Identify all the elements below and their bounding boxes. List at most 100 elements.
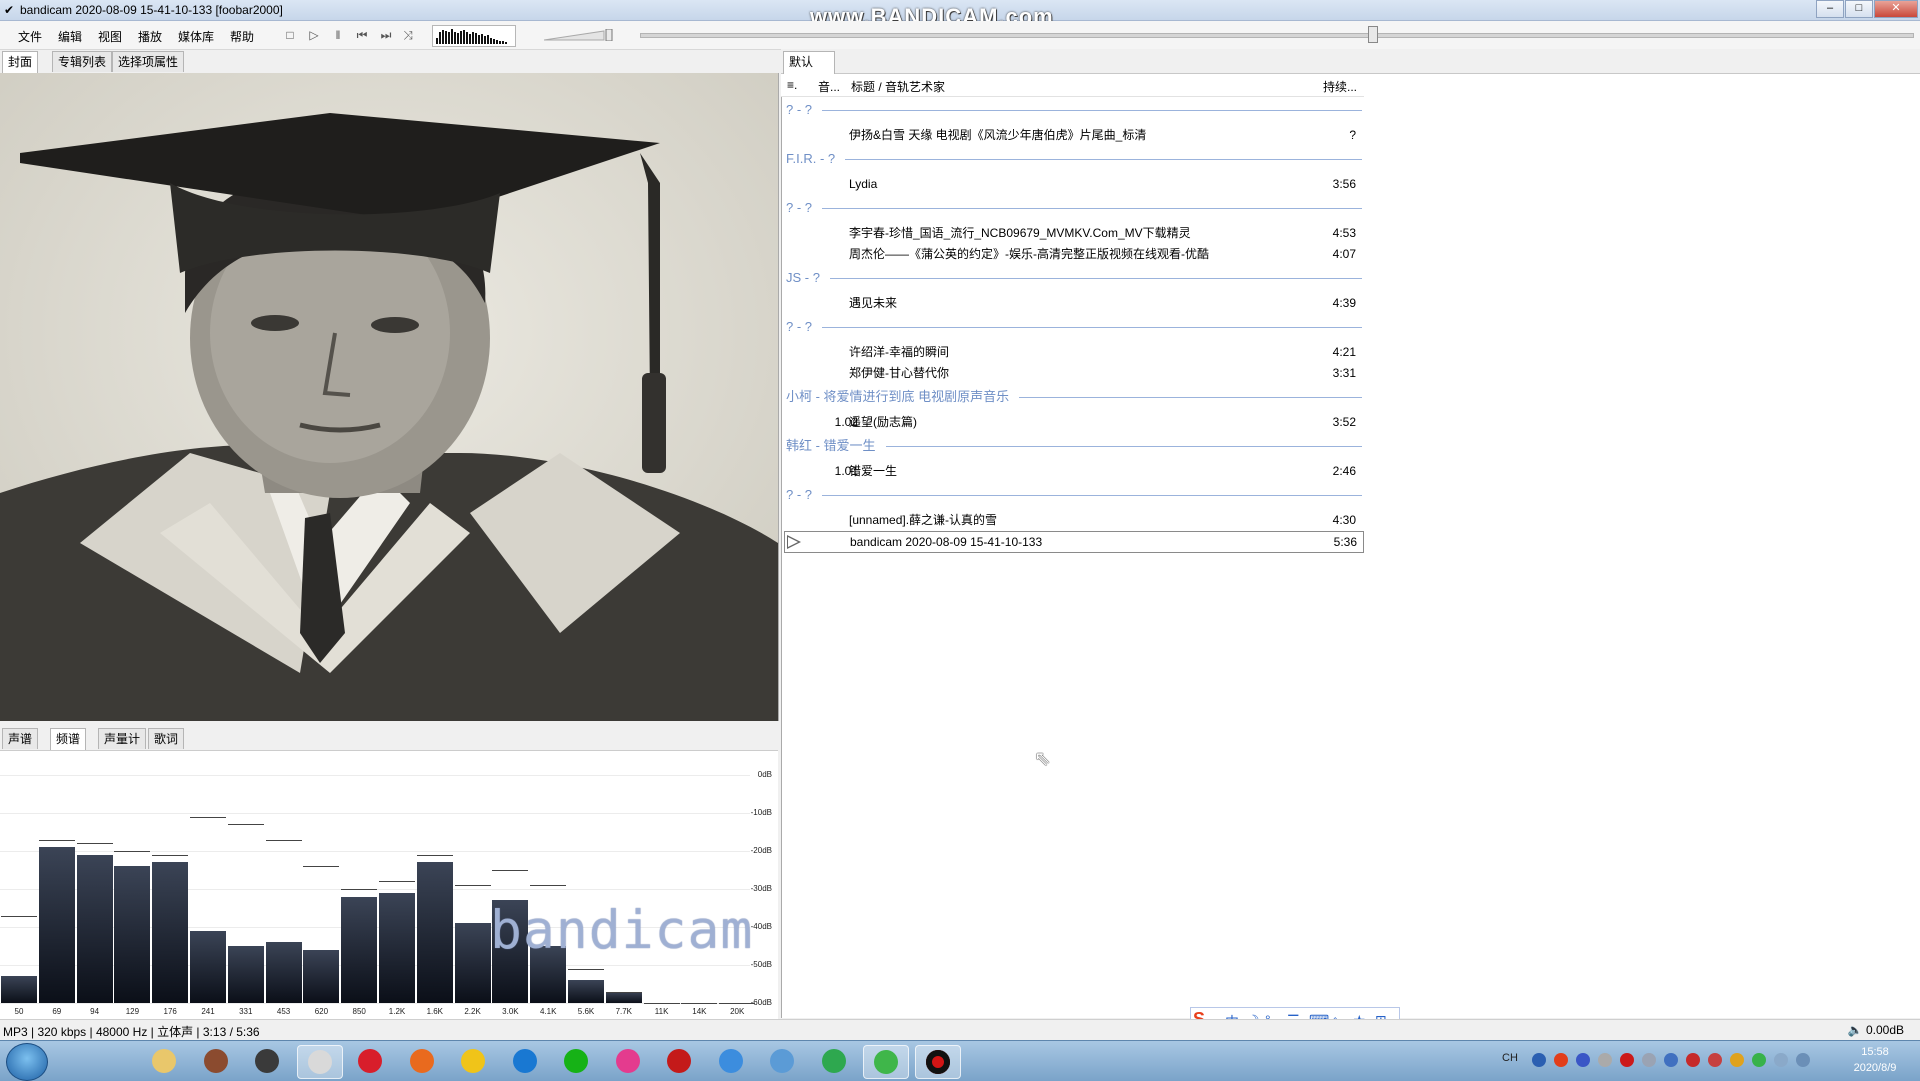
taskbar-chrome-icon[interactable]: [709, 1045, 753, 1077]
track-title: 遥望(励志篇): [849, 415, 917, 429]
group-divider: [822, 495, 1362, 496]
taskbar-green-app-icon[interactable]: [863, 1045, 909, 1079]
mouse-cursor: ⇖: [1034, 748, 1051, 770]
previous-button[interactable]: ⏮: [354, 27, 370, 43]
taskbar-flash-icon[interactable]: [657, 1045, 701, 1077]
playlist-row-playing[interactable]: bandicam 2020-08-09 15-41-10-133 5:36: [784, 531, 1364, 553]
tray-icon[interactable]: [1796, 1053, 1810, 1067]
seek-bar[interactable]: [640, 33, 1914, 38]
alien-glyph: [307, 1050, 332, 1074]
playlist-row[interactable]: 伊扬&白雪 天缘 电视剧《风流少年唐伯虎》片尾曲_标清?: [784, 125, 1362, 145]
tray-icon[interactable]: [1554, 1053, 1568, 1067]
tab-vu-meter[interactable]: 声量计: [98, 728, 147, 749]
app-menu-icon[interactable]: ✔: [4, 3, 14, 17]
taskbar-calendar-icon[interactable]: [194, 1045, 238, 1077]
taskbar-headphones-icon[interactable]: [245, 1045, 289, 1077]
playlist-row[interactable]: 李宇春-珍惜_国语_流行_NCB09679_MVMKV.Com_MV下载精灵 4:…: [784, 223, 1362, 243]
tray-icon[interactable]: [1620, 1053, 1634, 1067]
spectrum-bar: [227, 946, 264, 1003]
tray-icon[interactable]: [1730, 1053, 1744, 1067]
menu-edit[interactable]: 编辑: [58, 28, 82, 45]
taskbar-netease-music-icon[interactable]: [348, 1045, 392, 1077]
tray-icon[interactable]: [1664, 1053, 1678, 1067]
spectrum-gridline: [0, 851, 750, 852]
menu-view[interactable]: 视图: [98, 28, 122, 45]
playlist-tabs: 默认: [781, 49, 1920, 74]
playlist-row[interactable]: 1.01 错爱一生 2:46: [784, 461, 1362, 481]
tray-icon[interactable]: [1752, 1053, 1766, 1067]
group-header[interactable]: ? - ?: [786, 485, 812, 505]
playlist-row[interactable]: Lydia 3:56: [784, 174, 1362, 194]
column-title[interactable]: 标题 / 音轨艺术家: [851, 78, 945, 95]
taskbar-player-icon[interactable]: [451, 1045, 495, 1077]
group-header[interactable]: ? - ?: [786, 198, 812, 218]
tray-icon[interactable]: [1532, 1053, 1546, 1067]
stop-button[interactable]: □: [282, 27, 298, 43]
taskbar-video-player-icon[interactable]: [812, 1045, 856, 1077]
minimize-button[interactable]: –: [1816, 0, 1844, 18]
taskbar-chrome-like-icon[interactable]: [400, 1045, 444, 1077]
playlist-row[interactable]: 遇见未来 4:39: [784, 293, 1362, 313]
tray-icon[interactable]: [1708, 1053, 1722, 1067]
taskbar-bandicam-icon[interactable]: [914, 1045, 961, 1079]
player-glyph: [461, 1049, 485, 1073]
column-track-no[interactable]: 音...: [818, 78, 840, 95]
next-button[interactable]: ⏭: [378, 27, 394, 43]
playlist-row[interactable]: 1.02 遥望(励志篇) 3:52: [784, 412, 1362, 432]
close-button[interactable]: ✕: [1874, 0, 1918, 18]
taskbar-explorer-icon[interactable]: [142, 1045, 186, 1077]
taskbar-1-app-icon[interactable]: [503, 1045, 547, 1077]
language-indicator[interactable]: CH: [1502, 1052, 1518, 1064]
tray-icon[interactable]: [1598, 1053, 1612, 1067]
tab-properties[interactable]: 选择项属性: [112, 51, 185, 72]
taskbar-alien-icon[interactable]: [296, 1045, 343, 1079]
playlist-row[interactable]: 郑伊健-甘心替代你 3:31: [784, 363, 1362, 383]
taskbar-iqiyi-icon[interactable]: [554, 1045, 598, 1077]
tab-cover[interactable]: 封面: [2, 51, 39, 74]
spectrum-bar: [341, 896, 378, 1003]
tray-icon[interactable]: [1774, 1053, 1788, 1067]
mini-viz-bar: [436, 38, 438, 44]
clock[interactable]: 15:58 2020/8/9: [1838, 1044, 1912, 1076]
group-divider: [845, 159, 1362, 160]
tray-icon[interactable]: [1576, 1053, 1590, 1067]
tray-icon[interactable]: [1642, 1053, 1656, 1067]
taskbar-bird-icon[interactable]: [760, 1045, 804, 1077]
track-title: bandicam 2020-08-09 15-41-10-133: [850, 535, 1043, 549]
menu-library[interactable]: 媒体库: [178, 28, 214, 45]
column-index[interactable]: ≡.: [787, 78, 797, 92]
tab-lyrics[interactable]: 歌词: [148, 728, 185, 749]
playlist-row[interactable]: 许绍洋-幸福的瞬间 4:21: [784, 342, 1362, 362]
status-volume[interactable]: 🔈 0.00dB: [1848, 1023, 1904, 1037]
random-button[interactable]: ⤨: [400, 27, 416, 43]
playlist-row[interactable]: 周杰伦——《蒲公英的约定》-娱乐-高清完整正版视频在线观看-优酷 4:07: [784, 244, 1362, 264]
tab-spectrogram[interactable]: 声谱: [2, 728, 39, 749]
tab-spectrum[interactable]: 频谱: [50, 728, 87, 751]
maximize-button[interactable]: □: [1845, 0, 1873, 18]
volume-slider[interactable]: [544, 29, 614, 41]
pause-button[interactable]: ‖: [330, 27, 346, 43]
mini-viz-bar: [469, 34, 471, 44]
group-header[interactable]: JS - ?: [786, 268, 820, 288]
start-button[interactable]: [6, 1043, 48, 1081]
tray-icon[interactable]: [1686, 1053, 1700, 1067]
group-header[interactable]: 韩红 - 错爱一生: [786, 436, 876, 456]
menu-file[interactable]: 文件: [18, 28, 42, 45]
spectrum-bar: [152, 862, 189, 1003]
tab-album-list[interactable]: 专辑列表: [52, 51, 113, 72]
playlist-row[interactable]: [unnamed].薛之谦-认真的雪 4:30: [784, 510, 1362, 530]
play-button[interactable]: ▷: [306, 27, 322, 43]
group-header[interactable]: ? - ?: [786, 100, 812, 120]
mini-viz-bar: [439, 32, 441, 44]
group-header[interactable]: ? - ?: [786, 317, 812, 337]
menu-help[interactable]: 帮助: [230, 28, 254, 45]
group-header[interactable]: 小柯 - 将爱情进行到底 电视剧原声音乐: [786, 387, 1009, 407]
spectrum-peak: [1, 915, 37, 917]
column-duration[interactable]: 持续...: [1323, 78, 1357, 95]
seek-knob[interactable]: [1368, 26, 1378, 43]
taskbar-youku-icon[interactable]: [606, 1045, 650, 1077]
frequency-label: 20K: [730, 1007, 745, 1016]
group-header[interactable]: F.I.R. - ?: [786, 149, 835, 169]
menu-playback[interactable]: 播放: [138, 28, 162, 45]
tab-default-playlist[interactable]: 默认: [783, 51, 835, 74]
